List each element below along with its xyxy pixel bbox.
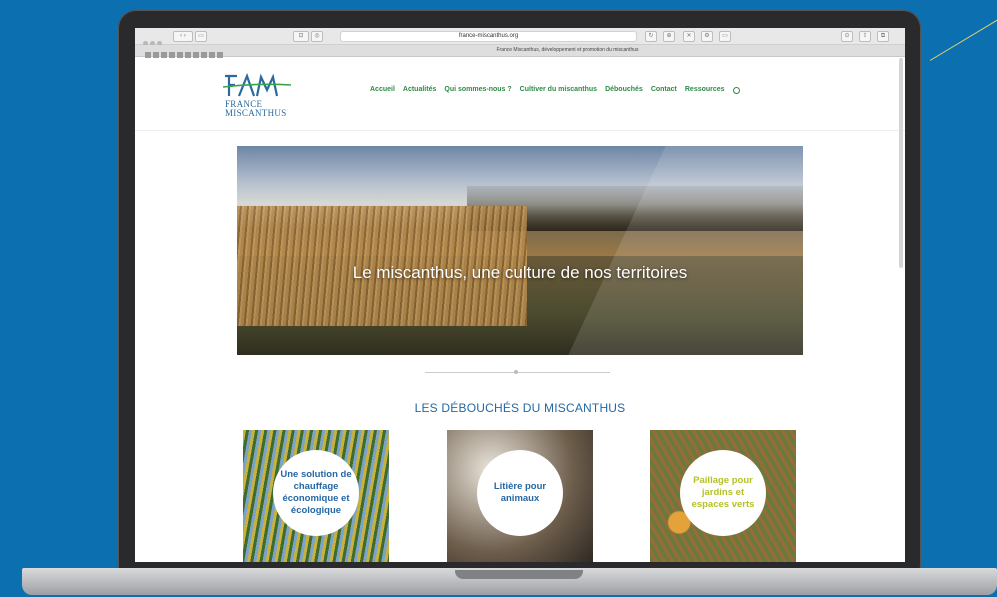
card-paillage[interactable]: Paillage pour jardins et espaces verts	[650, 430, 796, 562]
share-icon[interactable]: ⊡	[293, 31, 309, 42]
hero-banner: Le miscanthus, une culture de nos territ…	[237, 146, 803, 355]
menu-item-accueil[interactable]: Accueil	[370, 86, 395, 93]
bookmarks-bar	[145, 45, 225, 63]
bookmark-icon[interactable]	[209, 52, 215, 58]
tabs-overview-icon[interactable]: ⧉	[877, 31, 889, 42]
site-logo[interactable]: FRANCE MISCANTHUS	[223, 72, 293, 120]
bookmark-icon[interactable]	[161, 52, 167, 58]
laptop-notch	[455, 570, 583, 579]
tab-bar: France Miscanthus, développement et prom…	[135, 45, 905, 58]
logo-text: FRANCE MISCANTHUS	[225, 100, 287, 118]
settings-icon[interactable]: ⚙	[701, 31, 713, 42]
bookmark-icon[interactable]	[217, 52, 223, 58]
bookmark-icon[interactable]	[177, 52, 183, 58]
menu-item-qui-sommes-nous[interactable]: Qui sommes-nous ?	[444, 86, 511, 93]
bookmark-icon[interactable]	[193, 52, 199, 58]
back-forward-button[interactable]: ‹ ›	[173, 31, 193, 42]
bookmark-icon[interactable]	[201, 52, 207, 58]
decorative-line	[929, 13, 997, 61]
laptop-screen: ‹ › ▭ ⊡ ◎ france-miscanthus.org ↻ ⊕ ✕ ⚙ …	[135, 28, 905, 562]
menu-item-contact[interactable]: Contact	[651, 86, 677, 93]
menu-item-ressources[interactable]: Ressources	[685, 86, 725, 93]
bookmark-icon[interactable]	[169, 52, 175, 58]
card-label: Litière pour animaux	[477, 450, 563, 536]
card-chauffage[interactable]: Une solution de chauffage économique et …	[243, 430, 389, 562]
logo-mark-icon	[223, 72, 291, 97]
block-icon[interactable]: ✕	[683, 31, 695, 42]
menu-item-debouches[interactable]: Débouchés	[605, 86, 643, 93]
separator-dot	[514, 370, 518, 374]
window-icon[interactable]: ▭	[719, 31, 731, 42]
download-icon[interactable]: ⊙	[841, 31, 853, 42]
card-label: Paillage pour jardins et espaces verts	[680, 450, 766, 536]
reader-icon[interactable]: ◎	[311, 31, 323, 42]
card-litiere[interactable]: Litière pour animaux	[447, 430, 593, 562]
scrollbar[interactable]	[899, 58, 903, 268]
main-menu: Accueil Actualités Qui sommes-nous ? Cul…	[370, 86, 740, 94]
bookmark-icon[interactable]	[153, 52, 159, 58]
search-icon[interactable]	[732, 87, 740, 94]
hero-sheen	[568, 146, 803, 355]
reload-icon[interactable]: ↻	[645, 31, 657, 42]
tab-title[interactable]: France Miscanthus, développement et prom…	[410, 46, 725, 55]
card-label: Une solution de chauffage économique et …	[273, 450, 359, 536]
browser-toolbar: ‹ › ▭ ⊡ ◎ france-miscanthus.org ↻ ⊕ ✕ ⚙ …	[135, 28, 905, 46]
sidebar-icon[interactable]: ▭	[195, 31, 207, 42]
logo-line-2: MISCANTHUS	[225, 108, 287, 118]
share-menu-icon[interactable]: ⇪	[859, 31, 871, 42]
hero-title: Le miscanthus, une culture de nos territ…	[352, 263, 688, 282]
address-bar[interactable]: france-miscanthus.org	[340, 31, 637, 42]
header-divider	[135, 130, 905, 131]
menu-item-cultiver[interactable]: Cultiver du miscanthus	[520, 86, 597, 93]
menu-item-actualites[interactable]: Actualités	[403, 86, 436, 93]
extension-icon[interactable]: ⊕	[663, 31, 675, 42]
bookmark-icon[interactable]	[145, 52, 151, 58]
section-title: LES DÉBOUCHÉS DU MISCANTHUS	[414, 401, 626, 415]
bookmark-icon[interactable]	[185, 52, 191, 58]
